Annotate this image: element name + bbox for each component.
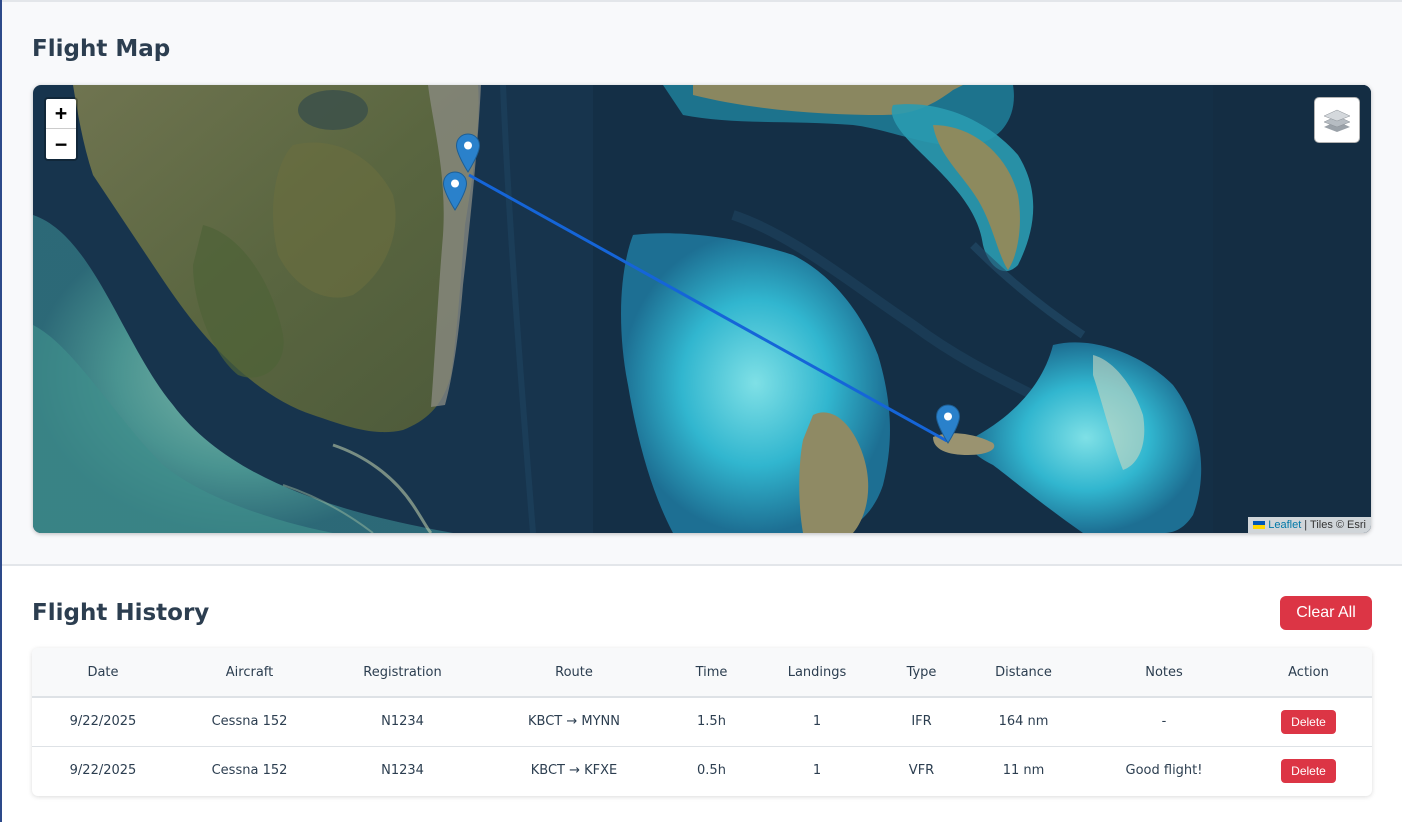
satellite-map[interactable]: + − Leaflet | Tiles © Esri (33, 85, 1371, 533)
cell-landings: 1 (812, 714, 822, 730)
flight-history-table-card: Date Aircraft Registration Route Time La… (32, 648, 1372, 796)
column-header-distance: Distance (964, 648, 1083, 698)
cell-date: 9/22/2025 (32, 745, 174, 795)
cell-notes: Good flight! (1083, 745, 1245, 795)
cell-type: IFR (911, 714, 932, 730)
cell-route: KBCT → MYNN (528, 714, 620, 730)
delete-button[interactable]: Delete (1281, 758, 1336, 783)
flight-history-title: Flight History (32, 600, 210, 626)
cell-action: Delete (1245, 745, 1372, 795)
cell-date: 9/22/2025 (69, 714, 137, 730)
column-header-date: Date (32, 648, 174, 698)
zoom-in-button[interactable]: + (46, 99, 76, 129)
cell-registration: N1234 (325, 745, 480, 795)
column-header-landings: Landings (755, 648, 879, 698)
cell-aircraft: Cessna 152 (174, 745, 325, 795)
column-header-time: Time (668, 648, 755, 698)
flight-map-section: Flight Map + − Leaflet | Tiles © Esri (2, 2, 1402, 566)
column-header-type: Type (879, 648, 964, 698)
cell-aircraft: Cessna 152 (211, 714, 288, 730)
column-header-aircraft: Aircraft (174, 648, 325, 698)
layers-control-button[interactable] (1314, 97, 1360, 143)
map-marker-icon[interactable] (935, 404, 961, 444)
table-row: 9/22/2025 Cessna 152 N1234 KBCT → MYNN 1… (32, 697, 1372, 746)
cell-notes: - (1161, 714, 1167, 730)
cell-route: KBCT → KFXE (480, 745, 668, 795)
column-header-action: Action (1245, 648, 1372, 698)
cell-time: 0.5h (668, 745, 755, 795)
cell-registration: N1234 (381, 714, 424, 730)
cell-type: VFR (879, 745, 964, 795)
leaflet-link[interactable]: Leaflet (1268, 517, 1301, 533)
cell-distance: 11 nm (964, 745, 1083, 795)
cell-distance: 164 nm (998, 714, 1049, 730)
satellite-imagery (33, 85, 1371, 533)
cell-time: 1.5h (697, 714, 726, 730)
layers-icon (1323, 109, 1351, 132)
clear-all-button[interactable]: Clear All (1280, 596, 1372, 630)
zoom-control: + − (44, 97, 78, 161)
cell-landings: 1 (755, 745, 879, 795)
column-header-notes: Notes (1083, 648, 1245, 698)
ukraine-flag-icon (1253, 521, 1266, 529)
tiles-attribution: | Tiles © Esri (1304, 519, 1366, 531)
flight-history-table: Date Aircraft Registration Route Time La… (32, 648, 1372, 795)
map-marker-icon[interactable] (442, 171, 468, 211)
zoom-out-button[interactable]: − (46, 129, 76, 159)
cell-action: Delete (1245, 697, 1372, 746)
map-attribution: Leaflet | Tiles © Esri (1248, 517, 1371, 533)
flight-map-title: Flight Map (32, 36, 171, 62)
table-row: 9/22/2025 Cessna 152 N1234 KBCT → KFXE 0… (32, 745, 1372, 795)
column-header-route: Route (480, 648, 668, 698)
table-header-row: Date Aircraft Registration Route Time La… (32, 648, 1372, 698)
delete-button[interactable]: Delete (1281, 709, 1336, 734)
column-header-registration: Registration (325, 648, 480, 698)
map-marker-icon[interactable] (455, 133, 481, 173)
flight-history-section: Flight History Clear All Date Aircraft R… (2, 566, 1402, 822)
